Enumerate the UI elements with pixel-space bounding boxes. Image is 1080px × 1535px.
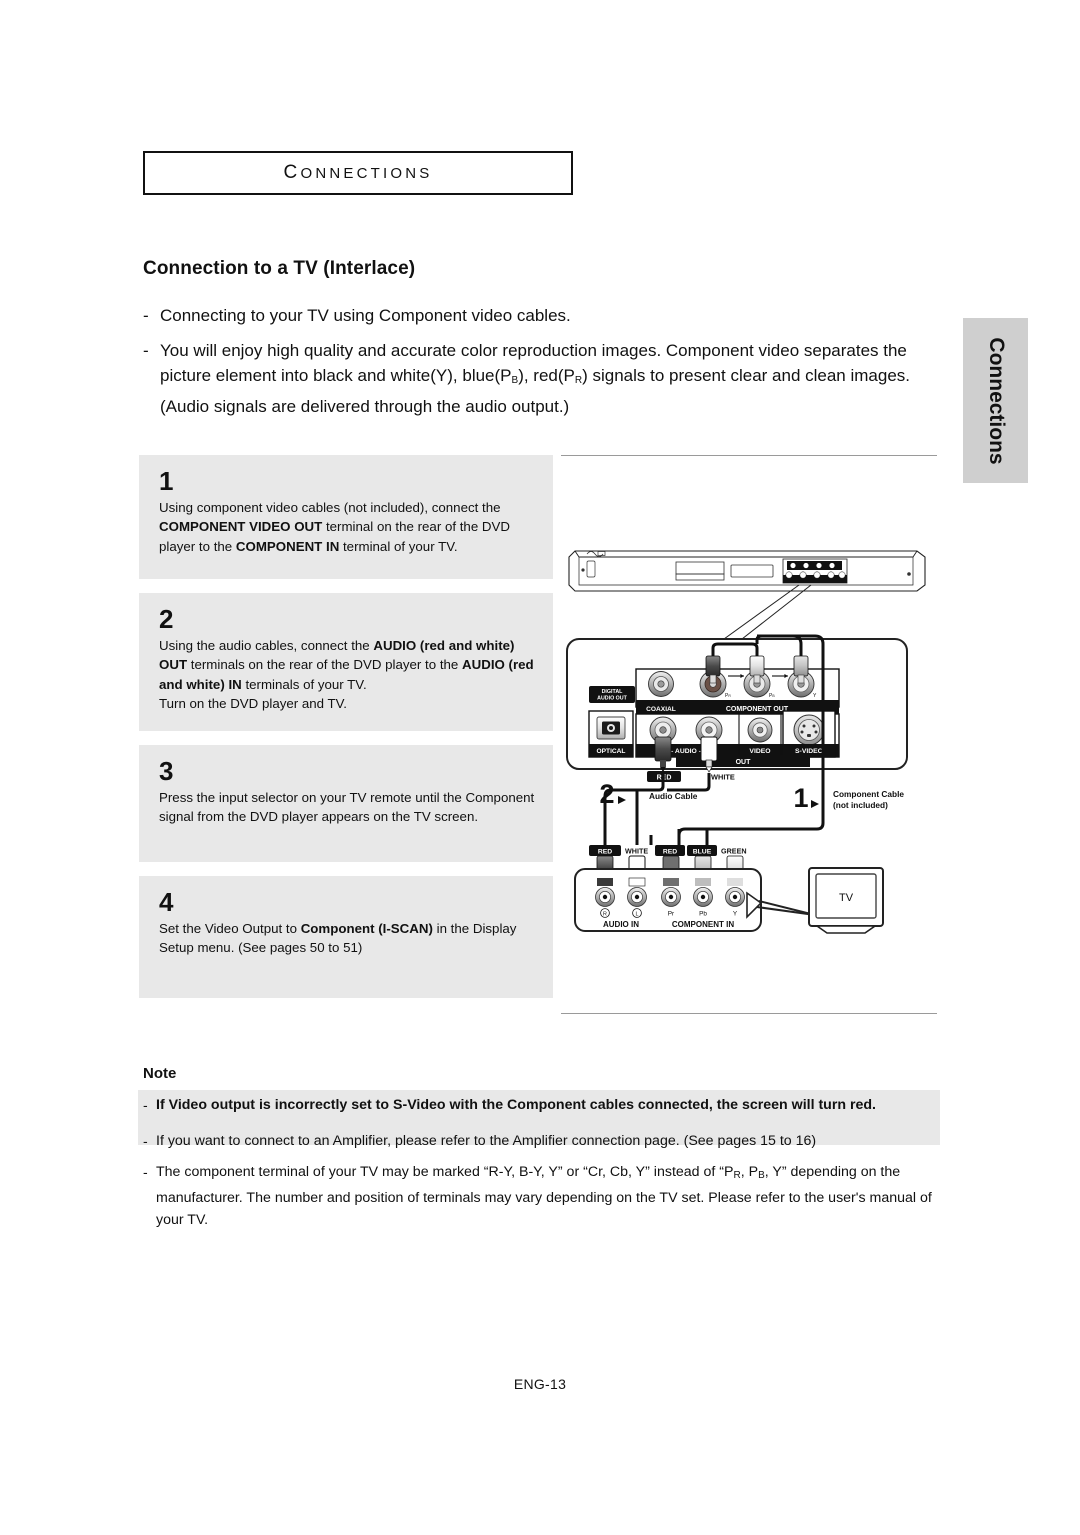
side-chapter-tab-label: Connections — [984, 336, 1008, 465]
label-component-out: COMPONENT OUT — [726, 706, 789, 713]
dvd-rear-panel-detail: DIGITAL AUDIO OUT COAXIAL PR PB Y COMPON… — [566, 638, 908, 770]
label-video: VIDEO — [749, 748, 770, 755]
page-title: Connection to a TV (Interlace) — [143, 258, 416, 279]
bullet-dash: - — [143, 340, 149, 360]
step-1: 1 Using component video cables (not incl… — [139, 455, 553, 579]
tv-screen-label: TV — [839, 892, 854, 904]
jack-label-l: L — [636, 911, 639, 917]
tv-color-tags: RED WHITE RED BLUE GREEN — [589, 845, 747, 856]
dvd-player-rear-outline — [568, 550, 926, 640]
step-3: 3 Press the input selector on your TV re… — [139, 745, 553, 862]
intro-bullet-2: - You will enjoy high quality and accura… — [143, 338, 933, 420]
jack-label-y: Y — [733, 910, 738, 917]
svg-text:2: 2 — [599, 779, 614, 809]
step-2-text: Using the audio cables, connect the AUDI… — [159, 638, 534, 711]
jack-label-pb: Pb — [699, 910, 707, 917]
step-4-number: 4 — [159, 887, 174, 917]
label-optical: OPTICAL — [597, 748, 626, 755]
manual-page: CONNECTIONS Connection to a TV (Interlac… — [0, 0, 1080, 1535]
note-dash: - — [143, 1097, 148, 1113]
step-2: 2 Using the audio cables, connect the AU… — [139, 593, 553, 731]
jack-label-pr: Pr — [668, 910, 675, 917]
step-badge-1: 1 — [793, 783, 819, 813]
step-4-text: Set the Video Output to Component (I-SCA… — [159, 921, 517, 956]
tag-red-in: RED — [598, 849, 612, 856]
note-item-3: - The component terminal of your TV may … — [143, 1161, 943, 1231]
label-component-cable-sub: (not included) — [833, 800, 888, 810]
tag-white-out: WHITE — [711, 772, 735, 781]
step-list: 1 Using component video cables (not incl… — [139, 455, 553, 1012]
divider-top — [561, 455, 937, 456]
intro-bullet-list: - Connecting to your TV using Component … — [143, 303, 933, 428]
note-item-1-text: If Video output is incorrectly set to S-… — [156, 1097, 877, 1113]
step-3-text: Press the input selector on your TV remo… — [159, 790, 535, 825]
bullet-dash: - — [143, 306, 149, 325]
label-audio-cable: Audio Cable — [649, 791, 698, 801]
tag-white-in: WHITE — [625, 847, 648, 856]
step-4: 4 Set the Video Output to Component (I-S… — [139, 876, 553, 998]
note-item-3-text: The component terminal of your TV may be… — [156, 1164, 932, 1228]
audio-cable-wire — [603, 773, 711, 845]
note-item-2-text: If you want to connect to an Amplifier, … — [156, 1133, 817, 1149]
optical-jack: OPTICAL — [588, 710, 634, 758]
label-audio-in: AUDIO IN — [603, 920, 639, 929]
tv-illustration: TV — [808, 867, 884, 934]
note-item-2: - If you want to connect to an Amplifier… — [143, 1130, 943, 1152]
intro-bullet-1: - Connecting to your TV using Component … — [143, 303, 933, 329]
svg-text:1: 1 — [793, 783, 808, 813]
note-list: - If Video output is incorrectly set to … — [143, 1094, 943, 1238]
jack-label-r: R — [603, 911, 607, 917]
label-component-cable: Component Cable — [833, 789, 904, 799]
connection-diagram: DIGITAL AUDIO OUT COAXIAL PR PB Y COMPON… — [561, 545, 941, 940]
step-3-number: 3 — [159, 756, 174, 786]
step-2-number: 2 — [159, 604, 174, 634]
chapter-title: CONNECTIONS — [283, 162, 433, 183]
step-badge-2: 2 — [599, 779, 626, 809]
label-component-in: COMPONENT IN — [672, 920, 734, 929]
side-chapter-tab: Connections — [963, 318, 1028, 483]
note-dash: - — [143, 1164, 148, 1180]
s-video-jack: S-VIDEO — [782, 710, 836, 758]
chapter-header-box: CONNECTIONS — [143, 151, 573, 195]
note-item-1: - If Video output is incorrectly set to … — [143, 1094, 943, 1116]
tag-comp-green: GREEN — [721, 847, 747, 856]
divider-bottom — [561, 1013, 937, 1014]
label-audio-out: AUDIO OUT — [597, 696, 627, 702]
step-1-number: 1 — [159, 466, 174, 496]
coaxial-jack — [648, 671, 674, 697]
tag-comp-red: RED — [663, 849, 677, 856]
intro-bullet-2-text: You will enjoy high quality and accurate… — [160, 340, 911, 416]
label-out: OUT — [736, 759, 752, 766]
label-audio: – AUDIO – — [670, 748, 703, 755]
label-s-video: S-VIDEO — [795, 748, 823, 755]
label-coaxial: COAXIAL — [646, 706, 676, 713]
audio-color-tags: RED WHITE — [647, 771, 735, 782]
page-footer: ENG-13 — [513, 1376, 567, 1392]
note-heading: Note — [143, 1065, 177, 1082]
label-digital: DIGITAL — [602, 689, 624, 695]
tag-comp-blue: BLUE — [693, 849, 712, 856]
step-1-text: Using component video cables (not includ… — [159, 500, 510, 554]
note-dash: - — [143, 1133, 148, 1149]
tv-input-panel: RED WHITE RED BLUE GREEN R L Pr Pb Y AUD… — [574, 845, 816, 932]
intro-bullet-1-text: Connecting to your TV using Component vi… — [160, 306, 571, 325]
